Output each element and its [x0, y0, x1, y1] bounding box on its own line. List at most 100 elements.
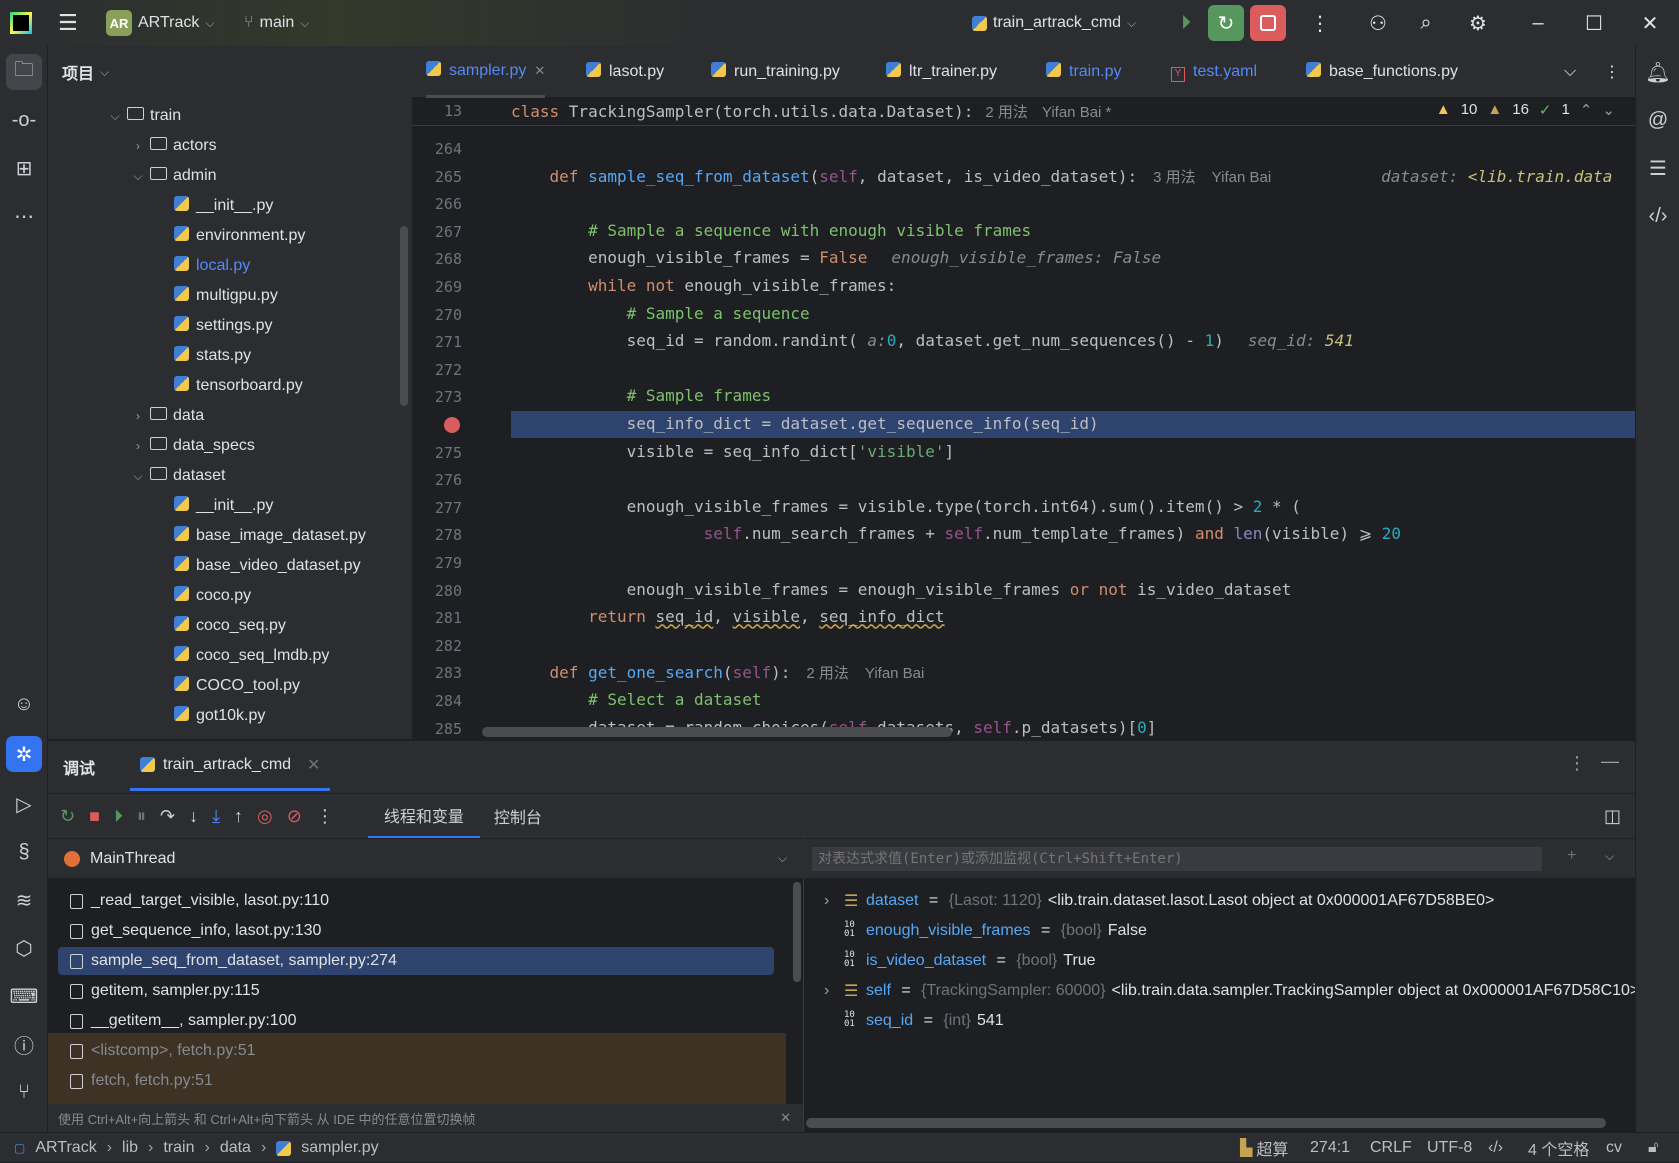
usages-hint[interactable]: 2 用法	[806, 665, 849, 682]
next-problem-icon[interactable]: ⌄	[1602, 101, 1615, 119]
chevron-right-icon[interactable]: ›	[129, 139, 147, 153]
evaluate-expression-input[interactable]	[812, 847, 1542, 871]
inspection-widget[interactable]: ▲ 10 ▲ 16 ✓ 1 ⌃ ⌄	[1436, 101, 1615, 119]
tree-item[interactable]: ⌵ admin	[48, 161, 412, 191]
step-into-icon[interactable]: ↓	[189, 806, 198, 827]
tab-train-py[interactable]: train.py	[1046, 46, 1121, 98]
resume-icon[interactable]: ⏵	[1168, 5, 1204, 41]
run-icon[interactable]: ▷	[6, 786, 42, 822]
author-hint[interactable]: Yifan Bai	[1212, 169, 1271, 186]
copilot-icon[interactable]: ☺	[6, 686, 42, 722]
tree-item[interactable]: coco_seq_lmdb.py	[48, 641, 412, 671]
python-interpreter[interactable]: cv	[1606, 1133, 1622, 1163]
close-tab-icon[interactable]: ✕	[534, 63, 545, 79]
variable-row[interactable]: 10 01 enough_visible_frames = {bool} False	[824, 917, 1147, 945]
minimize-icon[interactable]: –	[1520, 5, 1556, 41]
tab-console[interactable]: 控制台	[494, 804, 542, 828]
layers-icon[interactable]: ≋	[6, 882, 42, 918]
view-breakpoints-icon[interactable]: ◎	[257, 806, 273, 827]
layout-icon[interactable]: ◫	[1604, 806, 1621, 827]
tree-item[interactable]: base_image_dataset.py	[48, 521, 412, 551]
folder-icon[interactable]: 🗀	[6, 54, 42, 90]
sftp-server[interactable]: ▙ 超算	[1240, 1133, 1288, 1163]
terminal-icon[interactable]: ⌨	[6, 978, 42, 1014]
close-tab-icon[interactable]: ✕	[307, 755, 320, 775]
editor-horizontal-scrollbar[interactable]	[482, 727, 952, 737]
frames-scrollbar[interactable]	[793, 882, 801, 982]
step-into-my-code-icon[interactable]: ⤓	[212, 806, 220, 827]
services-icon[interactable]: ⬡	[6, 930, 42, 966]
line-separator[interactable]: CRLF	[1370, 1133, 1412, 1163]
tab-base_functions-py[interactable]: base_functions.py	[1306, 46, 1458, 98]
sticky-header[interactable]: 13 class TrackingSampler(torch.utils.dat…	[412, 98, 1635, 126]
tree-item[interactable]: stats.py	[48, 341, 412, 371]
settings-icon[interactable]: ⚙	[1460, 5, 1496, 41]
endpoints-icon[interactable]: ‹/›	[1640, 198, 1676, 234]
tree-item[interactable]: › data_specs	[48, 431, 412, 461]
add-watch-icon[interactable]: +	[1567, 847, 1576, 865]
tree-item[interactable]: › actors	[48, 131, 412, 161]
debug-icon[interactable]: ✲	[6, 736, 42, 772]
tab-test-yaml[interactable]: Ytest.yaml	[1171, 46, 1257, 98]
chevron-right-icon[interactable]: ›	[129, 409, 147, 423]
tree-item[interactable]: __init__.py	[48, 491, 412, 521]
notifications-icon[interactable]: 🔔︎	[1640, 54, 1676, 90]
usages-hint[interactable]: 3 用法	[1153, 169, 1196, 186]
chevron-right-icon[interactable]: ›	[824, 892, 838, 910]
project-switcher[interactable]: AR ARTrack ⌵	[106, 0, 214, 46]
problems-icon[interactable]: ⓘ	[6, 1026, 42, 1062]
resume-icon[interactable]: ⏵	[114, 806, 123, 827]
mute-breakpoints-icon[interactable]: ⊘	[287, 806, 302, 827]
pause-icon[interactable]: ⏸	[137, 806, 146, 827]
chevron-down-icon[interactable]: ⌵	[129, 169, 147, 184]
author-hint[interactable]: Yifan Bai *	[1042, 104, 1112, 121]
breadcrumb-item[interactable]: sampler.py	[301, 1139, 378, 1157]
variable-row[interactable]: 10 01 is_video_dataset = {bool} True	[824, 947, 1096, 975]
more-icon[interactable]: ⋮	[316, 806, 334, 827]
stack-frame[interactable]: fetch, fetch.py:51	[58, 1067, 774, 1095]
close-icon[interactable]: ✕	[1632, 5, 1668, 41]
variable-row[interactable]: › ☰ dataset = {Lasot: 1120} <lib.train.data…	[824, 887, 1494, 915]
chevron-right-icon[interactable]: ›	[824, 982, 838, 1000]
tree-item[interactable]: ⌵ train	[48, 101, 412, 131]
project-view-selector[interactable]: 项目 ⌵	[62, 60, 109, 84]
tab-run_training-py[interactable]: run_training.py	[711, 46, 840, 98]
tab-threads-variables[interactable]: 线程和变量	[367, 794, 480, 839]
step-out-icon[interactable]: ↑	[234, 806, 243, 827]
structure-icon[interactable]: ⊞	[6, 150, 42, 186]
rerun-icon[interactable]: ↻	[60, 806, 75, 827]
tree-item[interactable]: base_video_dataset.py	[48, 551, 412, 581]
tab-ltr_trainer-py[interactable]: ltr_trainer.py	[886, 46, 997, 98]
chevron-down-icon[interactable]: ⌵	[129, 469, 147, 484]
commit-icon[interactable]: -o-	[6, 102, 42, 138]
chevron-down-icon[interactable]: ⌵	[106, 109, 124, 124]
add-user-icon[interactable]: ⚇	[1360, 5, 1396, 41]
tree-item[interactable]: tensorboard.py	[48, 371, 412, 401]
code-style-icon[interactable]: ‹/›	[1488, 1133, 1503, 1163]
tree-item[interactable]: local.py	[48, 251, 412, 281]
more-icon[interactable]: ⋮	[1604, 46, 1620, 98]
more-tools-icon[interactable]: ⋯	[6, 198, 42, 234]
close-hint-icon[interactable]: ✕	[780, 1110, 791, 1126]
breadcrumb-item[interactable]: train	[163, 1139, 194, 1157]
tree-item[interactable]: ⌵ dataset	[48, 461, 412, 491]
ai-assistant-icon[interactable]: @	[1640, 102, 1676, 138]
stack-frame[interactable]: _read_target_visible, lasot.py:110	[58, 887, 774, 915]
lock-icon[interactable]: 🔓︎	[1648, 1133, 1658, 1163]
breadcrumb-item[interactable]: data	[220, 1139, 251, 1157]
code-editor[interactable]: 13 class TrackingSampler(torch.utils.dat…	[412, 98, 1635, 739]
stack-frame[interactable]: getitem, sampler.py:115	[58, 977, 774, 1005]
variable-row[interactable]: › ☰ self = {TrackingSampler: 60000} <lib.tr…	[824, 977, 1635, 1005]
tree-item[interactable]: __init__.py	[48, 191, 412, 221]
maximize-icon[interactable]: ☐	[1576, 5, 1612, 41]
caret-position[interactable]: 274:1	[1310, 1133, 1350, 1163]
tree-item[interactable]: settings.py	[48, 311, 412, 341]
author-hint[interactable]: Yifan Bai	[865, 665, 924, 682]
tab-debug-session[interactable]: train_artrack_cmd ✕	[130, 741, 331, 791]
more-icon[interactable]: ⋮	[1568, 753, 1586, 774]
chevron-right-icon[interactable]: ›	[129, 439, 147, 453]
indent-setting[interactable]: 4 个空格	[1528, 1133, 1589, 1163]
database-icon[interactable]: ☰	[1640, 150, 1676, 186]
tree-item[interactable]: coco_seq.py	[48, 611, 412, 641]
rerun-debug-button[interactable]: ↻	[1208, 5, 1244, 41]
